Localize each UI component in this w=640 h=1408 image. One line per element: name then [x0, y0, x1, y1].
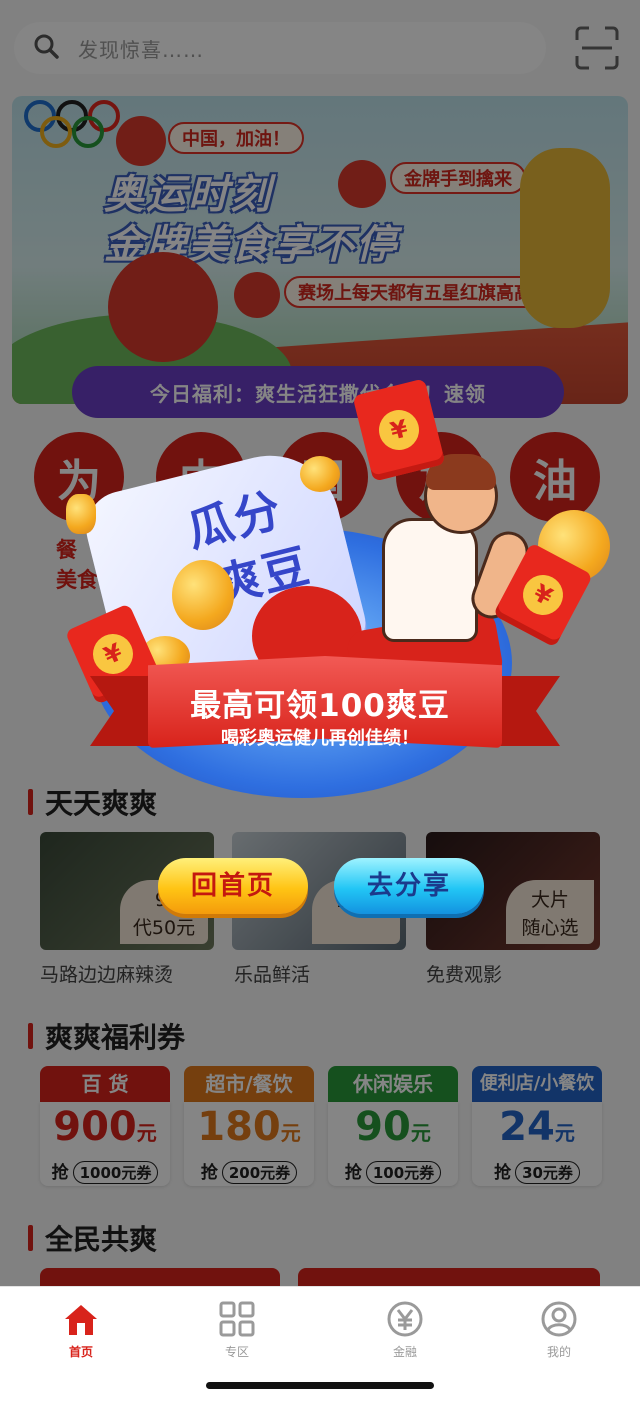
tab-zone-label: 专区 [224, 1345, 249, 1359]
back-home-button[interactable]: 回首页 [158, 858, 308, 914]
coin-icon [172, 560, 234, 630]
home-indicator[interactable] [206, 1382, 434, 1389]
coin-icon [300, 456, 340, 492]
popup-subline: 喝彩奥运健儿再创佳绩！ [221, 728, 419, 749]
tab-finance[interactable]: 金融 [360, 1299, 450, 1360]
runner-body-graphic [382, 518, 478, 642]
tab-home[interactable]: 首页 [36, 1299, 126, 1360]
app-screen: 发现惊喜…… 中国，加油！ 奥运时刻 金牌美食享不停 金牌手到擒来 赛场上每天都… [0, 0, 640, 1408]
user-icon [541, 1301, 577, 1337]
coin-icon [66, 494, 96, 534]
tab-mine-label: 我的 [546, 1345, 571, 1359]
home-icon [65, 1305, 97, 1335]
red-envelope-yuan: ¥ [515, 567, 571, 623]
bottom-tab-bar: 首页 专区 金融 我的 [0, 1286, 640, 1408]
popup-headline: 最高可领100爽豆 [190, 688, 450, 724]
tab-finance-label: 金融 [392, 1345, 417, 1359]
grid-icon [219, 1301, 255, 1337]
red-envelope-icon: ¥ [352, 378, 446, 482]
tab-mine[interactable]: 我的 [514, 1299, 604, 1360]
tab-home-label: 首页 [68, 1345, 93, 1359]
tab-zone[interactable]: 专区 [192, 1299, 282, 1360]
yuan-icon [387, 1301, 423, 1337]
red-envelope-yuan: ¥ [374, 405, 424, 455]
share-popup: 瓜分 爽豆 ¥ ¥ ¥ 最高可领100爽豆 喝彩奥运健儿再创佳绩！ 回首页 去分… [0, 378, 640, 940]
share-button[interactable]: 去分享 [334, 858, 484, 914]
